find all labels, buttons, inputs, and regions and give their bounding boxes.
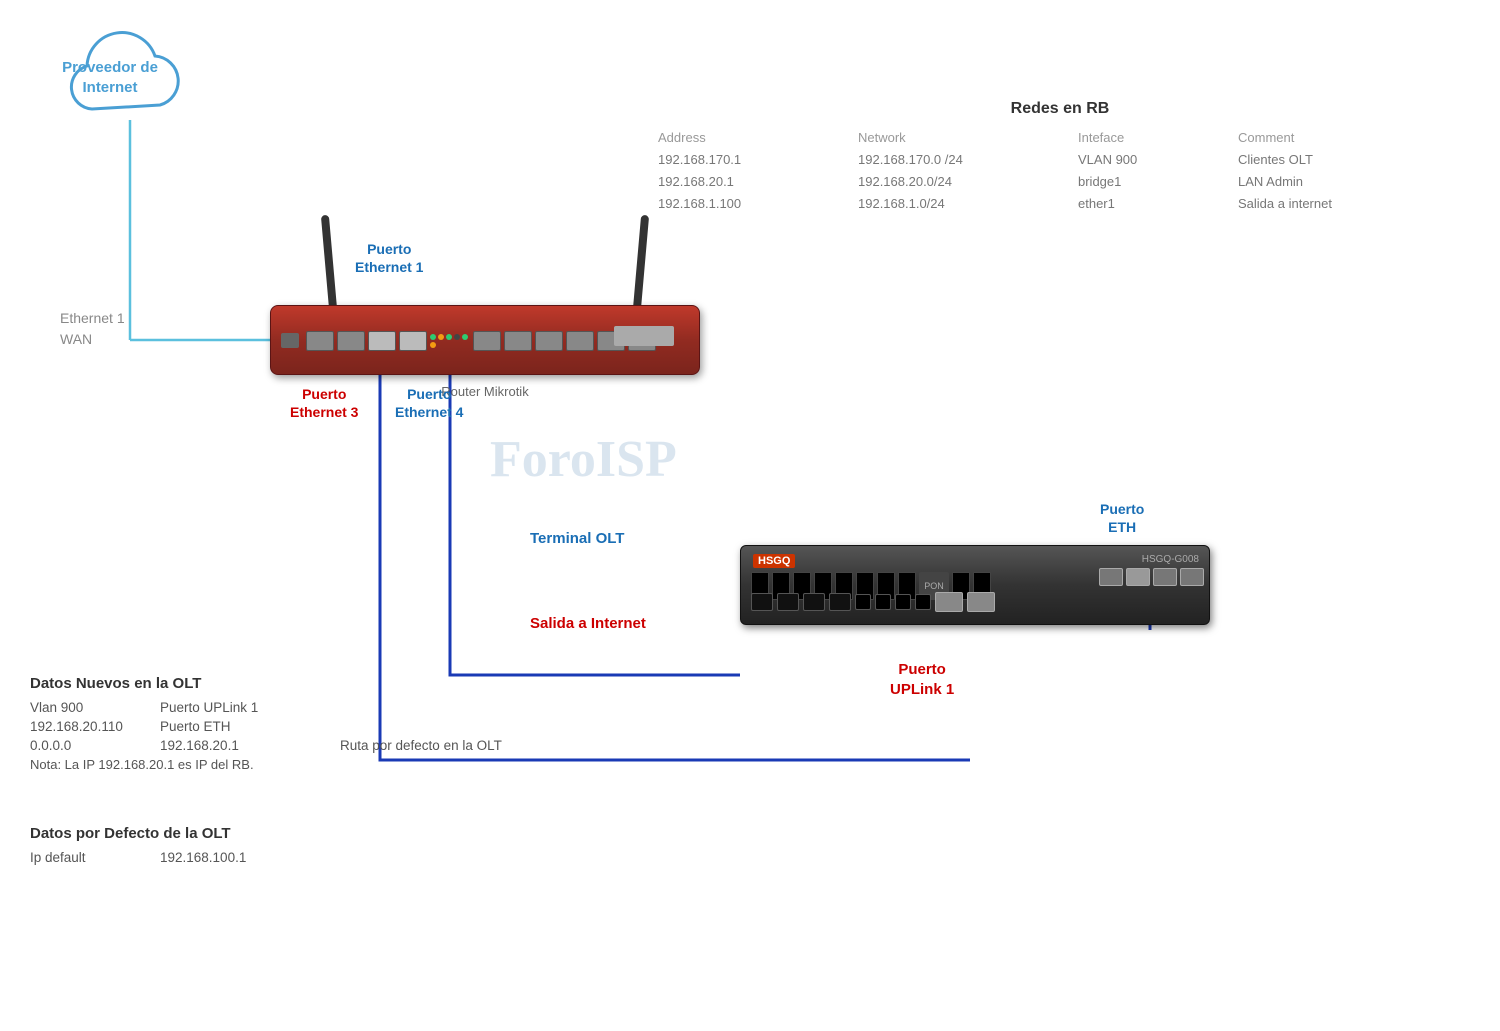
eth1-wan-label: Ethernet 1 WAN [60, 308, 125, 350]
datos-nuevos-title: Datos Nuevos en la OLT [30, 675, 680, 692]
router-port-eth2 [337, 331, 365, 351]
datos-nuevos-row1-col1: Vlan 900 [30, 700, 160, 715]
redes-row1-network: 192.168.170.0 /24 [850, 150, 1070, 169]
col-header-comment: Comment [1230, 128, 1430, 147]
datos-nuevos-row3-col2: 192.168.20.1 [160, 738, 340, 753]
datos-nuevos-nota: Nota: La IP 192.168.20.1 es IP del RB. [30, 757, 680, 772]
olt-fiber-1 [855, 594, 871, 610]
datos-nuevos-row2-col1: 192.168.20.110 [30, 719, 160, 734]
olt-eth-ports [1099, 568, 1204, 586]
olt-eth-main [935, 592, 963, 612]
mikrotik-router: Router Mikrotik [270, 305, 700, 380]
olt-eth-port-3 [1153, 568, 1177, 586]
olt-model: HSGQ-G008 [1142, 554, 1199, 565]
datos-defecto-row1: Ip default 192.168.100.1 [30, 850, 430, 865]
port-eth-label: Puerto ETH [1100, 500, 1144, 536]
olt-eth-uplink [967, 592, 995, 612]
datos-nuevos-row3: 0.0.0.0 192.168.20.1 Ruta por defecto en… [30, 738, 680, 753]
olt-fiber-4 [915, 594, 931, 610]
datos-nuevos-row1-col2: Puerto UPLink 1 [160, 700, 340, 715]
olt-eth-port-4 [1180, 568, 1204, 586]
led-4 [454, 334, 460, 340]
col-header-interface: Inteface [1070, 128, 1230, 147]
watermark: ForoISP [490, 430, 677, 489]
router-port-eth8 [566, 331, 594, 351]
datos-nuevos-row3-col1: 0.0.0.0 [30, 738, 160, 753]
datos-nuevos-row3-col3: Ruta por defecto en la OLT [340, 738, 640, 753]
cloud-shape: Proveedor de Internet [30, 30, 190, 140]
router-ports [281, 318, 689, 363]
router-body: Router Mikrotik [270, 305, 700, 375]
redes-row3-comment: Salida a internet [1230, 194, 1430, 213]
col-header-network: Network [850, 128, 1070, 147]
antenna-right [633, 215, 649, 310]
redes-row1-interface: VLAN 900 [1070, 150, 1230, 169]
antenna-left [321, 215, 337, 310]
redes-row3-address: 192.168.1.100 [650, 194, 850, 213]
redes-rb-table: Redes en RB Address Network Inteface Com… [650, 100, 1470, 213]
datos-nuevos-section: Datos Nuevos en la OLT Vlan 900 Puerto U… [30, 675, 680, 772]
datos-nuevos-row1-col3 [340, 700, 640, 715]
redes-row2-interface: bridge1 [1070, 172, 1230, 191]
olt-port-4 [829, 593, 851, 611]
router-port-sfp [281, 333, 299, 348]
olt-device: HSGQ HSGQ-G008 PON [740, 545, 1210, 635]
redes-rb-grid: Address Network Inteface Comment 192.168… [650, 128, 1470, 213]
led-5 [462, 334, 468, 340]
router-port-eth5 [473, 331, 501, 351]
redes-row1-comment: Clientes OLT [1230, 150, 1430, 169]
datos-nuevos-row2: 192.168.20.110 Puerto ETH [30, 719, 680, 734]
router-port-eth7 [535, 331, 563, 351]
led-2 [438, 334, 444, 340]
cloud-label: Proveedor de Internet [30, 58, 190, 97]
redes-rb-title: Redes en RB [650, 100, 1470, 118]
olt-bottom-ports [751, 592, 1199, 612]
olt-port-2 [777, 593, 799, 611]
olt-eth-port-1 [1099, 568, 1123, 586]
datos-nuevos-row2-col2: Puerto ETH [160, 719, 340, 734]
datos-defecto-row1-col1: Ip default [30, 850, 160, 865]
router-port-eth3 [368, 331, 396, 351]
olt-port-3 [803, 593, 825, 611]
led-1 [430, 334, 436, 340]
datos-defecto-section: Datos por Defecto de la OLT Ip default 1… [30, 825, 430, 865]
router-leds [430, 334, 470, 348]
olt-body: HSGQ HSGQ-G008 PON [740, 545, 1210, 625]
router-port-eth4 [399, 331, 427, 351]
router-port-eth1 [306, 331, 334, 351]
datos-defecto-title: Datos por Defecto de la OLT [30, 825, 430, 842]
port-uplink-label: Puerto UPLink 1 [890, 660, 954, 699]
redes-row1-address: 192.168.170.1 [650, 150, 850, 169]
led-6 [430, 342, 436, 348]
port-eth3-label: Puerto Ethernet 3 [290, 385, 358, 421]
redes-row2-comment: LAN Admin [1230, 172, 1430, 191]
olt-brand: HSGQ [753, 554, 795, 568]
col-header-address: Address [650, 128, 850, 147]
port-eth4-label: Puerto Ethernet 4 [395, 385, 463, 421]
datos-nuevos-row2-col3 [340, 719, 640, 734]
datos-nuevos-row1: Vlan 900 Puerto UPLink 1 [30, 700, 680, 715]
port-eth1-label: Puerto Ethernet 1 [355, 240, 423, 276]
olt-fiber-2 [875, 594, 891, 610]
salida-internet-label: Salida a Internet [530, 615, 646, 632]
redes-row3-interface: ether1 [1070, 194, 1230, 213]
terminal-olt-label: Terminal OLT [530, 530, 624, 547]
redes-row2-network: 192.168.20.0/24 [850, 172, 1070, 191]
olt-eth-port-2 [1126, 568, 1150, 586]
router-port-eth6 [504, 331, 532, 351]
datos-defecto-row1-col2: 192.168.100.1 [160, 850, 360, 865]
router-display [614, 326, 674, 346]
redes-row3-network: 192.168.1.0/24 [850, 194, 1070, 213]
redes-row2-address: 192.168.20.1 [650, 172, 850, 191]
led-3 [446, 334, 452, 340]
olt-fiber-3 [895, 594, 911, 610]
olt-port-1 [751, 593, 773, 611]
